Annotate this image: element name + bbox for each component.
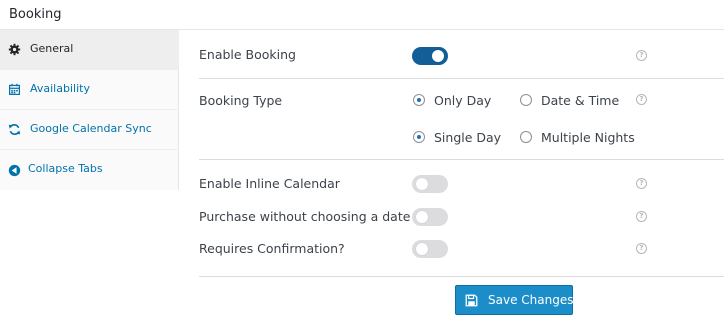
save-changes-button[interactable]: Save Changes [455,285,573,315]
sync-icon [8,124,21,135]
tab-general[interactable]: General [0,30,179,70]
collapse-tabs-button[interactable]: Collapse Tabs [0,150,179,190]
radio-date-time-label: Date & Time [541,93,620,108]
divider [199,78,724,79]
tab-google-calendar-sync-label: Google Calendar Sync [30,122,152,135]
tab-general-label: General [30,42,74,55]
panel-header: Booking [0,0,724,30]
collapse-tabs-label: Collapse Tabs [28,162,103,175]
radio-multiple-nights-label: Multiple Nights [541,130,635,145]
radio-multiple-nights-dot [520,131,532,143]
tab-availability-label: Availability [30,82,90,95]
purchase-without-date-toggle[interactable] [412,208,448,226]
gear-icon [8,43,21,56]
save-changes-label: Save Changes [488,293,574,307]
toggle-knob [416,211,428,223]
tab-availability[interactable]: Availability [0,70,179,110]
divider [199,276,724,277]
save-icon [465,294,478,307]
toggle-knob [416,178,428,190]
radio-date-time-dot [520,94,532,106]
radio-only-day-dot [413,94,425,106]
purchase-without-date-help-icon[interactable]: ? [636,211,647,222]
tab-google-calendar-sync[interactable]: Google Calendar Sync [0,110,179,150]
enable-inline-calendar-label: Enable Inline Calendar [199,176,340,191]
enable-booking-label: Enable Booking [199,47,296,62]
toggle-knob [432,50,444,62]
radio-single-day-label: Single Day [434,130,502,145]
toggle-knob [416,243,428,255]
radio-single-day-dot [413,131,425,143]
requires-confirmation-help-icon[interactable]: ? [636,243,647,254]
enable-booking-help-icon[interactable]: ? [636,50,647,61]
panel-title: Booking [9,7,62,22]
enable-inline-calendar-toggle[interactable] [412,175,448,193]
calendar-icon [9,83,20,95]
enable-inline-calendar-help-icon[interactable]: ? [636,178,647,189]
enable-booking-toggle[interactable] [412,47,448,65]
requires-confirmation-toggle[interactable] [412,240,448,258]
collapse-icon [8,164,21,177]
radio-only-day-label: Only Day [434,93,492,108]
requires-confirmation-label: Requires Confirmation? [199,241,345,256]
purchase-without-date-label: Purchase without choosing a date [199,209,411,224]
booking-type-label: Booking Type [199,93,283,108]
divider [199,159,724,160]
sidebar: General Availability Google Calendar Syn… [0,30,179,190]
booking-type-help-icon[interactable]: ? [636,94,647,105]
